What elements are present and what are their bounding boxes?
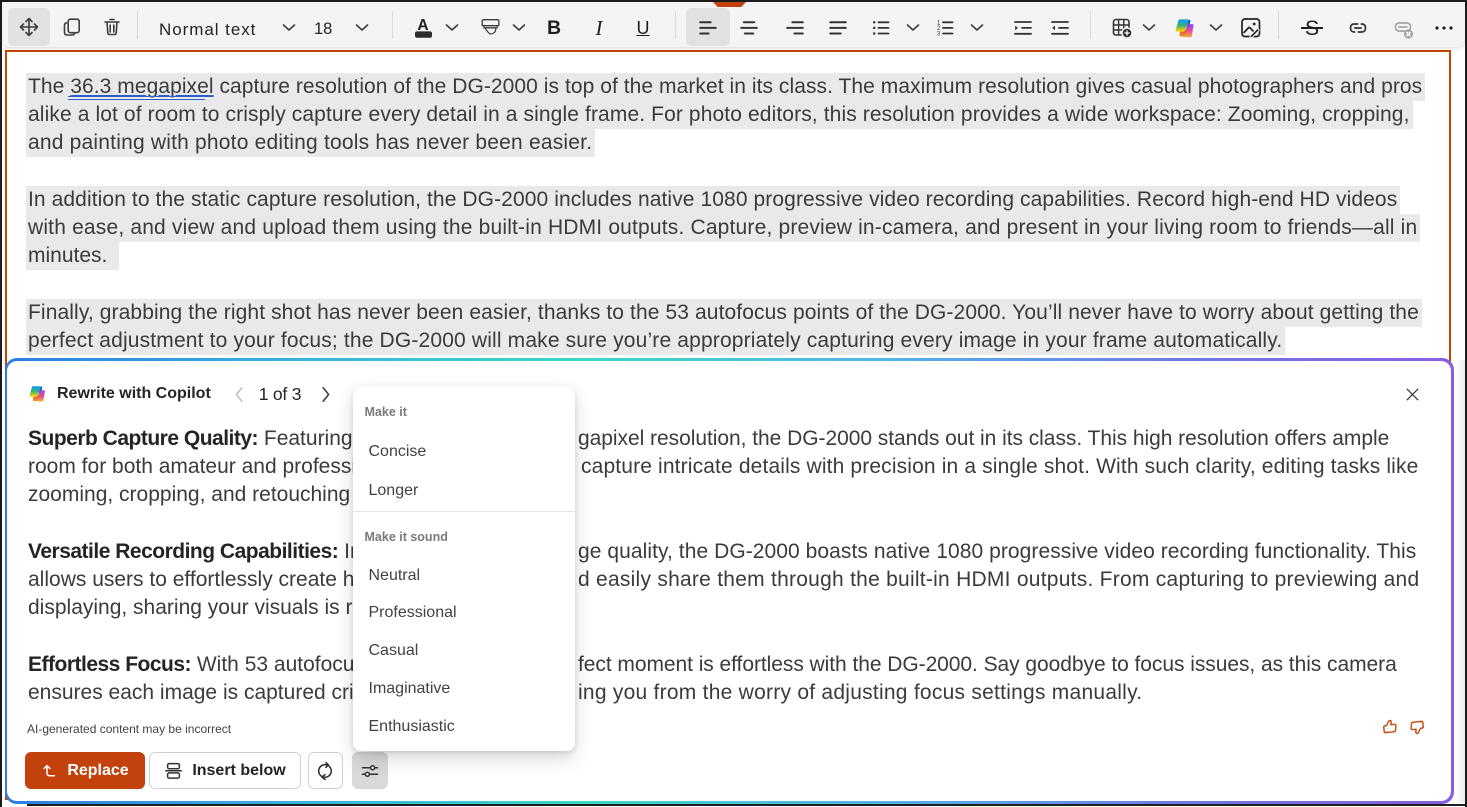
svg-text:A: A: [417, 17, 428, 34]
svg-text:3: 3: [937, 32, 941, 38]
